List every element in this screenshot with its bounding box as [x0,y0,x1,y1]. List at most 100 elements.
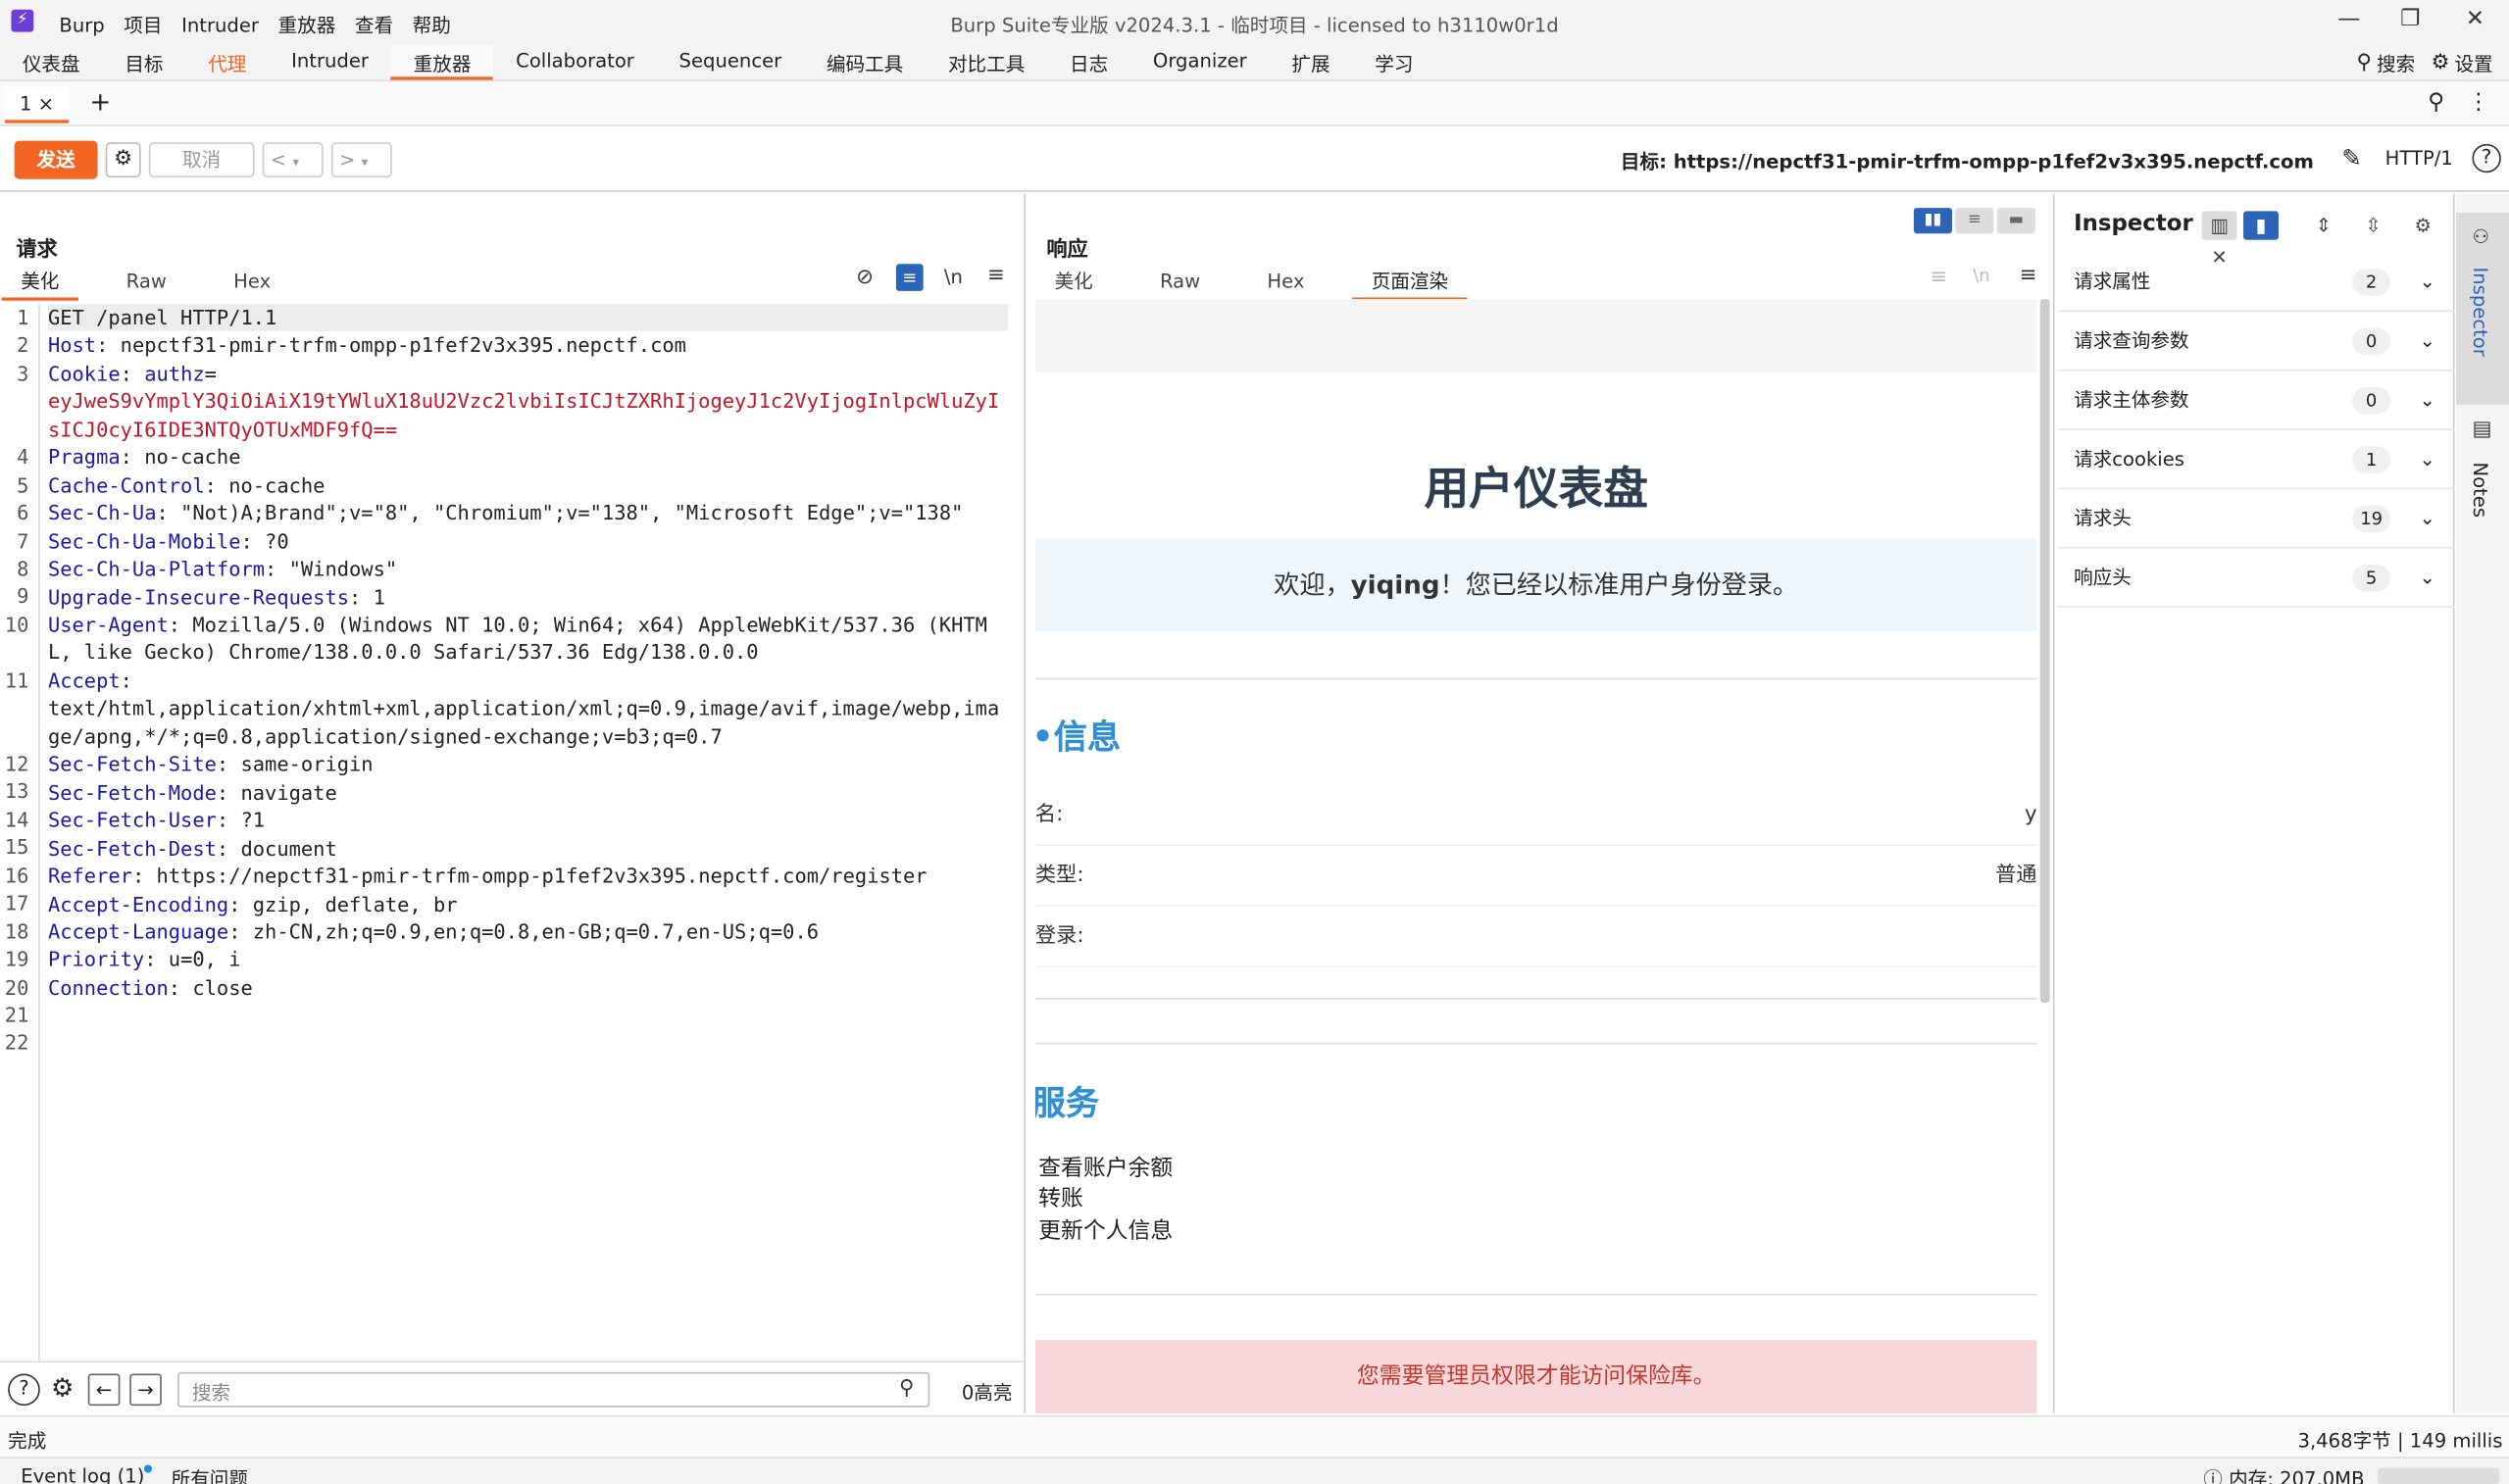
tab-pretty[interactable]: 美化 [1035,267,1112,297]
menu-icon[interactable]: ≡ [987,264,1005,287]
chevron-down-icon[interactable]: ⌄ [2419,253,2434,312]
edit-target-pencil-icon[interactable]: ✎ [2341,144,2362,173]
expand-all-icon[interactable]: ⇕ [2306,211,2341,239]
newline-toggle-icon[interactable]: \n [1973,266,1989,286]
header-name: Sec-Fetch-Dest [47,835,217,861]
all-issues-tab[interactable]: 所有问题 [172,1464,248,1484]
collapse-all-icon[interactable]: ⇳ [2356,211,2391,239]
menu-icon[interactable]: ≡ [2020,264,2037,287]
previous-match-arrow-icon[interactable]: ← [87,1373,121,1407]
layout-tabs-icon[interactable]: ▬ [1996,208,2035,234]
send-settings-gear-icon[interactable]: ⚙ [105,142,141,178]
layout-side-by-side-icon[interactable]: ▮▮ [1913,208,1953,234]
tool-learn[interactable]: 学习 [1352,45,1435,80]
gear-icon[interactable]: ⚙ [2432,51,2450,74]
chevron-down-icon[interactable]: ⌄ [2419,430,2434,489]
layout-stacked-icon[interactable]: ≡ [1955,208,1994,234]
rendered-page[interactable]: 用户仪表盘 欢迎，yiqing！您已经以标准用户身份登录。 •信息 名: y 类型… [1034,299,2037,1414]
close-window-button[interactable]: ✕ [2466,7,2484,32]
section-request-headers[interactable]: 请求头 19 ⌄ [2057,489,2455,549]
info-title-text: 信息 [1053,717,1122,757]
wrap-lines-icon[interactable]: ≡ [895,264,924,291]
section-body-params[interactable]: 请求主体参数 0 ⌄ [2057,371,2455,430]
tool-organizer[interactable]: Organizer [1130,45,1269,80]
search-icon[interactable]: ⚲ [899,1377,915,1401]
header-name: Connection [47,975,169,1000]
add-tab-button[interactable]: + [89,86,111,117]
line-number: 16 [4,863,29,888]
header-value: : Mozilla/5.0 (Windows NT 10.0; Win64; x… [47,612,987,665]
minimize-button[interactable]: — [2337,7,2360,32]
layout-panel-icon[interactable]: ▮ [2243,211,2279,240]
header-name: Cookie [47,361,121,386]
tool-repeater[interactable]: 重放器 [390,44,494,80]
tool-proxy[interactable]: 代理 [185,45,269,80]
line-number [0,722,28,750]
hide-eye-icon[interactable]: ⊘ [856,266,874,289]
gear-icon[interactable]: ⚙ [46,1373,78,1406]
line-number: 12 [4,751,29,776]
header-value: : [120,668,132,693]
request-text[interactable]: GET /panel HTTP/1.1 Host: nepctf31-pmir-t… [47,303,1009,1058]
header-value: : navigate [216,779,337,805]
line-number: 1 [17,305,29,330]
section-response-headers[interactable]: 响应头 5 ⌄ [2057,549,2455,608]
send-button[interactable]: 发送 [14,140,98,179]
wrap-lines-icon[interactable]: ≡ [1930,266,1947,289]
event-log-tab[interactable]: Event log (1) [21,1464,153,1484]
sidebar-inspector-tab[interactable]: ⚇ Inspector [2456,212,2509,405]
tool-comparer[interactable]: 对比工具 [926,45,1047,80]
chevron-down-icon[interactable]: ⌄ [2419,549,2434,608]
history-back-button[interactable]: < ▾ [262,142,324,178]
services-section-title: 服务 [1034,1084,1100,1123]
tab-hex[interactable]: Hex [215,271,290,296]
tab-raw[interactable]: Raw [1140,271,1219,296]
tab-hex[interactable]: Hex [1248,271,1324,296]
help-icon[interactable]: ? [2472,143,2501,173]
line-number: 9 [17,584,29,609]
header-value: : https://nepctf31-pmir-trfm-ompp-p1fef2… [131,864,928,888]
layout-list-icon[interactable]: ▥ [2201,211,2237,240]
section-request-attributes[interactable]: 请求属性 2 ⌄ [2057,253,2455,313]
chevron-down-icon[interactable]: ⌄ [2419,371,2434,430]
info-icon: ⓘ [2203,1467,2223,1484]
tool-collaborator[interactable]: Collaborator [493,45,656,80]
repeater-tab-1[interactable]: 1 × [4,87,70,124]
vertical-scrollbar[interactable] [2039,299,2050,1003]
tool-extensions[interactable]: 扩展 [1270,45,1353,80]
maximize-button[interactable]: ❐ [2400,7,2421,32]
request-editor[interactable]: 1 2 3 4 5 6 7 8 9 10 11 12 13 14 15 16 17 18 19 20 21 22 GET … [0,299,1026,1363]
search-icon[interactable]: ⚲ [2428,89,2444,115]
http-version-selector[interactable]: HTTP/1 [2385,147,2453,170]
line-number: 19 [4,946,29,971]
search-icon[interactable]: ⚲ [2357,51,2373,74]
global-search-button[interactable]: 搜索 [2377,50,2415,77]
tool-intruder[interactable]: Intruder [269,45,391,80]
section-query-params[interactable]: 请求查询参数 0 ⌄ [2057,312,2455,371]
tab-pretty[interactable]: 美化 [1,267,78,301]
inspector-title: Inspector [2074,211,2193,237]
search-input[interactable]: 搜索 [177,1371,930,1408]
cancel-button[interactable]: 取消 [148,142,255,178]
next-match-arrow-icon[interactable]: → [129,1373,162,1407]
gear-icon[interactable]: ⚙ [2405,211,2440,239]
tool-dashboard[interactable]: 仪表盘 [0,45,102,80]
tool-target[interactable]: 目标 [102,45,185,80]
tab-raw[interactable]: Raw [107,271,185,296]
tool-decoder[interactable]: 编码工具 [804,45,926,80]
chevron-down-icon[interactable]: ⌄ [2419,489,2434,548]
header-value: : "Not)A;Brand";v="8", "Chromium";v="138… [156,500,964,525]
tab-render[interactable]: 页面渲染 [1352,267,1468,301]
section-cookies[interactable]: 请求cookies 1 ⌄ [2057,430,2455,490]
newline-toggle-icon[interactable]: \n [944,266,963,288]
tool-sequencer[interactable]: Sequencer [657,45,804,80]
sidebar-notes-tab[interactable]: ▤ Notes [2456,411,2509,539]
tool-logger[interactable]: 日志 [1047,45,1130,80]
repeater-tabs: 1 × + ⚲ ⋮ [0,81,2509,126]
settings-button[interactable]: 设置 [2454,50,2492,77]
more-menu-icon[interactable]: ⋮ [2468,89,2490,115]
help-icon[interactable]: ? [8,1373,40,1407]
sidebar-inspector-label: Inspector [2469,267,2492,357]
history-forward-button[interactable]: > ▾ [330,142,392,178]
chevron-down-icon[interactable]: ⌄ [2419,312,2434,371]
